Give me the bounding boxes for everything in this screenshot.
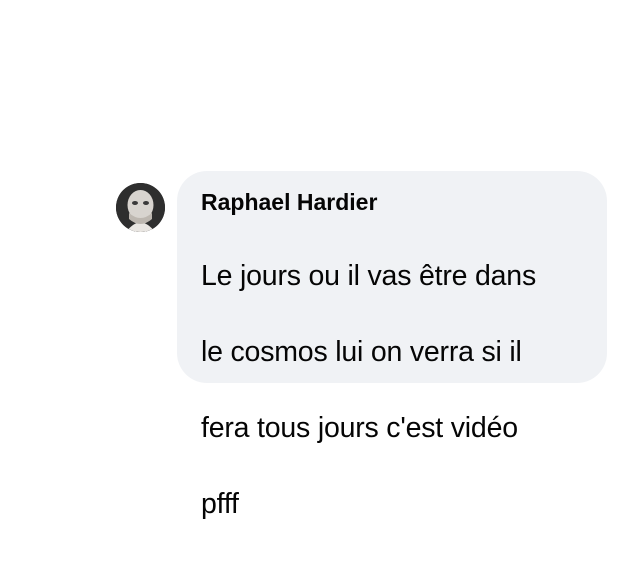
user-avatar-icon <box>116 183 165 232</box>
comment-text-line: le cosmos lui on verra si il <box>201 336 522 368</box>
comment-bubble: Raphael Hardier Le jours ou il vas être … <box>177 171 607 520</box>
comment-text-line: fera tous jours c'est vidéo <box>201 412 518 444</box>
comment-text-line: Le jours ou il vas être dans <box>201 260 537 292</box>
avatar[interactable] <box>116 183 165 232</box>
comment-author[interactable]: Raphael Hardier <box>201 187 587 217</box>
comment-text: Le jours ou il vas être dans le cosmos l… <box>201 219 587 561</box>
comment-text-line: pfff <box>201 488 239 520</box>
